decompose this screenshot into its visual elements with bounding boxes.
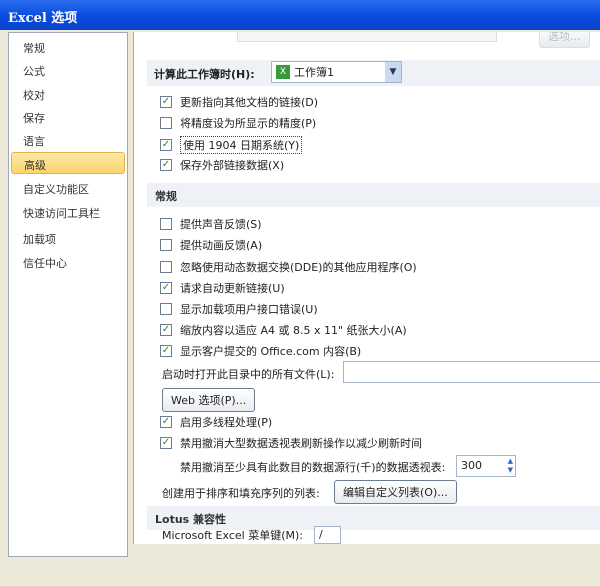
checkbox-addin-errors[interactable]: 显示加载项用户接口错误(U) — [160, 301, 318, 317]
sidebar-item-customize-ribbon[interactable]: 自定义功能区 — [11, 177, 125, 199]
sidebar-item-language[interactable]: 语言 — [11, 129, 125, 151]
chevron-down-icon[interactable]: ▼ — [385, 62, 401, 82]
menu-key-input[interactable]: / — [314, 526, 341, 544]
checkbox-sound[interactable]: 提供声音反馈(S) — [160, 216, 262, 232]
excel-icon: X — [276, 65, 290, 79]
spinner-arrows-icon[interactable]: ▲ ▼ — [508, 457, 513, 475]
edit-custom-lists-button[interactable]: 编辑自定义列表(O)... — [334, 480, 457, 504]
undo-rows-value: 300 — [461, 459, 482, 472]
sidebar-item-quick-access[interactable]: 快速访问工具栏 — [11, 201, 125, 223]
checkbox-dde[interactable]: 忽略使用动态数据交换(DDE)的其他应用程序(O) — [160, 259, 417, 275]
workbook-value: 工作簿1 — [294, 66, 334, 79]
menu-key-label: Microsoft Excel 菜单键(M): — [162, 529, 303, 542]
options-button[interactable]: 选项... — [539, 32, 590, 48]
undo-rows-spinner[interactable]: 300 ▲ ▼ — [456, 455, 516, 477]
advanced-options-panel: 选项... 计算此工作簿时(H): X 工作簿1 ▼ ✓ 更新指向其他文档的链接(… — [133, 32, 600, 544]
sidebar-item-formulas[interactable]: 公式 — [11, 59, 125, 81]
section-general: 常规 — [147, 183, 600, 207]
checkbox-multithread[interactable]: ✓ 启用多线程处理(P) — [160, 414, 272, 430]
startup-folder-label: 启动时打开此目录中的所有文件(L): — [162, 368, 335, 381]
checkbox-1904[interactable]: ✓ 使用 1904 日期系统(Y) — [160, 136, 303, 154]
sidebar-item-save[interactable]: 保存 — [11, 106, 125, 128]
workbook-select[interactable]: X 工作簿1 ▼ — [271, 61, 402, 83]
checkbox-precision[interactable]: 将精度设为所显示的精度(P) — [160, 115, 316, 131]
checkbox-animation[interactable]: 提供动画反馈(A) — [160, 237, 262, 253]
sidebar-item-advanced[interactable]: 高级 — [11, 152, 125, 174]
checkbox-disable-undo[interactable]: ✓ 禁用撤消大型数据透视表刷新操作以减少刷新时间 — [160, 435, 422, 451]
checkbox-update-links[interactable]: ✓ 更新指向其他文档的链接(D) — [160, 94, 318, 110]
checkbox-a4[interactable]: ✓ 缩放内容以适应 A4 或 8.5 x 11" 纸张大小(A) — [160, 322, 407, 338]
window-title: Excel 选项 — [0, 0, 600, 30]
section-lotus: Lotus 兼容性 — [147, 506, 600, 530]
calc-label: 计算此工作簿时(H): — [154, 68, 255, 81]
sidebar: 常规 公式 校对 保存 语言 高级 自定义功能区 快速访问工具栏 加载项 信任中… — [8, 32, 128, 557]
sidebar-item-trust-center[interactable]: 信任中心 — [11, 251, 125, 273]
sidebar-item-addins[interactable]: 加载项 — [11, 227, 125, 249]
custom-list-label: 创建用于排序和填充序列的列表: — [162, 487, 320, 500]
checkbox-office-com[interactable]: ✓ 显示客户提交的 Office.com 内容(B) — [160, 343, 361, 359]
startup-folder-input[interactable] — [343, 361, 600, 383]
web-options-button[interactable]: Web 选项(P)... — [162, 388, 256, 412]
sidebar-item-proofing[interactable]: 校对 — [11, 83, 125, 105]
faded-dropdown[interactable] — [237, 32, 497, 42]
checkbox-save-external[interactable]: ✓ 保存外部链接数据(X) — [160, 157, 284, 173]
checkbox-auto-update[interactable]: ✓ 请求自动更新链接(U) — [160, 280, 285, 296]
sidebar-item-general[interactable]: 常规 — [11, 36, 125, 58]
undo-rows-label: 禁用撤消至少具有此数目的数据源行(千)的数据透视表: — [180, 461, 446, 474]
